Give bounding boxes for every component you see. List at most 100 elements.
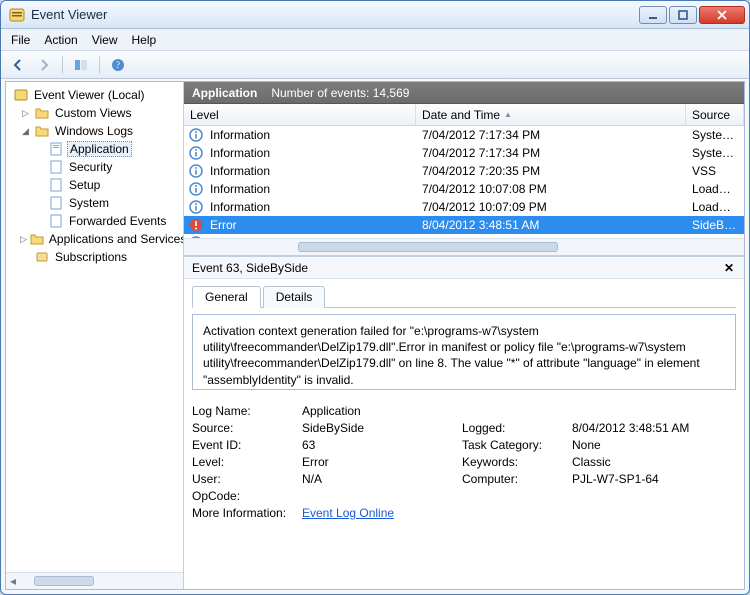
folder-icon: [34, 123, 50, 139]
menu-action[interactable]: Action: [44, 33, 77, 47]
toolbar-separator: [99, 56, 100, 74]
toolbar: ?: [1, 51, 749, 79]
cell-date: 7/04/2012 10:07:08 PM: [416, 182, 686, 196]
maximize-button[interactable]: [669, 6, 697, 24]
close-detail-button[interactable]: ✕: [722, 261, 736, 275]
tree-label: Subscriptions: [53, 250, 129, 264]
cell-source: LoadPerf: [686, 182, 744, 196]
sort-asc-icon: ▲: [504, 110, 512, 119]
tab-details[interactable]: Details: [263, 286, 326, 308]
detail-tabs: General Details: [192, 285, 736, 308]
subscriptions-icon: [34, 249, 50, 265]
svg-text:?: ?: [116, 60, 120, 70]
titlebar[interactable]: Event Viewer: [1, 1, 749, 29]
event-properties: Log Name: Application Source: SideBySide…: [192, 404, 736, 520]
column-source[interactable]: Source: [686, 104, 744, 125]
prop-key: Source:: [192, 421, 302, 435]
prop-value: 63: [302, 438, 462, 452]
prop-key: Task Category:: [462, 438, 572, 452]
event-message[interactable]: Activation context generation failed for…: [192, 314, 736, 390]
menu-view[interactable]: View: [92, 33, 118, 47]
cell-level: Information: [204, 164, 416, 178]
client-area: Event Viewer (Local) ▷ Custom Views ◢ Wi…: [5, 81, 745, 590]
grid-horizontal-scrollbar[interactable]: [184, 238, 744, 255]
prop-key: Keywords:: [462, 455, 572, 469]
window-frame: Event Viewer File Action View Help ? Eve…: [0, 0, 750, 595]
prop-key: Computer:: [462, 472, 572, 486]
detail-title: Event 63, SideBySide: [192, 261, 308, 275]
tree-label: Applications and Services: [47, 232, 183, 246]
prop-key: OpCode:: [192, 489, 302, 503]
column-label: Level: [190, 108, 219, 122]
nav-tree: Event Viewer (Local) ▷ Custom Views ◢ Wi…: [6, 82, 184, 589]
column-label: Source: [692, 108, 730, 122]
content-panel: Application Number of events: 14,569 Lev…: [184, 82, 744, 589]
grid-row[interactable]: Information7/04/2012 10:07:09 PMLoadPerf: [184, 198, 744, 216]
close-button[interactable]: [699, 6, 745, 24]
detail-pane: Event 63, SideBySide ✕ General Details A…: [184, 256, 744, 589]
tree-root[interactable]: Event Viewer (Local): [6, 86, 183, 104]
tree-system[interactable]: System: [6, 194, 183, 212]
tree-windows-logs[interactable]: ◢ Windows Logs: [6, 122, 183, 140]
grid-body[interactable]: Information7/04/2012 7:17:34 PMSystem RI…: [184, 126, 744, 238]
grid-row[interactable]: Information7/04/2012 10:07:08 PMLoadPerf: [184, 180, 744, 198]
forward-button[interactable]: [33, 54, 55, 76]
cell-source: System R: [686, 128, 744, 142]
tree-horizontal-scrollbar[interactable]: ◂: [6, 572, 183, 589]
tree-custom-views[interactable]: ▷ Custom Views: [6, 104, 183, 122]
menu-file[interactable]: File: [11, 33, 30, 47]
scrollbar-thumb[interactable]: [298, 242, 558, 252]
tree-application[interactable]: Application: [6, 140, 183, 158]
cell-level: Error: [204, 218, 416, 232]
column-date[interactable]: Date and Time▲: [416, 104, 686, 125]
grid-row[interactable]: Information7/04/2012 7:17:34 PMSystem R: [184, 126, 744, 144]
cell-date: 7/04/2012 7:20:35 PM: [416, 164, 686, 178]
cell-level: Information: [204, 182, 416, 196]
grid-row[interactable]: Information7/04/2012 7:17:34 PMSystem R: [184, 144, 744, 162]
cell-date: 8/04/2012 3:48:51 AM: [416, 218, 686, 232]
grid-header: Level Date and Time▲ Source: [184, 104, 744, 126]
tree-label: Event Viewer (Local): [32, 88, 147, 102]
scrollbar-thumb[interactable]: [34, 576, 94, 586]
cell-date: 7/04/2012 7:17:34 PM: [416, 146, 686, 160]
cell-level: Information: [204, 200, 416, 214]
log-icon: [48, 141, 64, 157]
prop-key: Logged:: [462, 421, 572, 435]
log-icon: [48, 195, 64, 211]
prop-key: Log Name:: [192, 404, 302, 418]
back-button[interactable]: [7, 54, 29, 76]
tree-security[interactable]: Security: [6, 158, 183, 176]
tree-label: Security: [67, 160, 114, 174]
help-button[interactable]: ?: [107, 54, 129, 76]
prop-value: [302, 489, 462, 503]
prop-value: PJL-W7-SP1-64: [572, 472, 736, 486]
prop-value: Error: [302, 455, 462, 469]
expand-icon[interactable]: ▷: [20, 108, 31, 119]
expand-icon[interactable]: ▷: [20, 234, 27, 245]
window-controls: [639, 6, 745, 24]
prop-value: 8/04/2012 3:48:51 AM: [572, 421, 736, 435]
app-icon: [9, 7, 25, 23]
menu-help[interactable]: Help: [132, 33, 157, 47]
log-icon: [48, 213, 64, 229]
prop-key: Event ID:: [192, 438, 302, 452]
grid-row[interactable]: Information7/04/2012 7:20:35 PMVSS: [184, 162, 744, 180]
show-hide-tree-button[interactable]: [70, 54, 92, 76]
cell-source: System R: [686, 146, 744, 160]
tree-subscriptions[interactable]: Subscriptions: [6, 248, 183, 266]
detail-header: Event 63, SideBySide ✕: [184, 257, 744, 279]
section-header: Application Number of events: 14,569: [184, 82, 744, 104]
event-grid: Level Date and Time▲ Source Information7…: [184, 104, 744, 256]
column-level[interactable]: Level: [184, 104, 416, 125]
cell-level: Information: [204, 146, 416, 160]
tab-general[interactable]: General: [192, 286, 261, 308]
section-title: Application: [192, 86, 257, 100]
tree-setup[interactable]: Setup: [6, 176, 183, 194]
grid-row[interactable]: Error8/04/2012 3:48:51 AMSideBySi: [184, 216, 744, 234]
more-info-link[interactable]: Event Log Online: [302, 506, 394, 520]
tree-scroll[interactable]: Event Viewer (Local) ▷ Custom Views ◢ Wi…: [6, 82, 183, 572]
tree-forwarded[interactable]: Forwarded Events: [6, 212, 183, 230]
tree-apps-services[interactable]: ▷ Applications and Services: [6, 230, 183, 248]
minimize-button[interactable]: [639, 6, 667, 24]
collapse-icon[interactable]: ◢: [20, 126, 31, 137]
